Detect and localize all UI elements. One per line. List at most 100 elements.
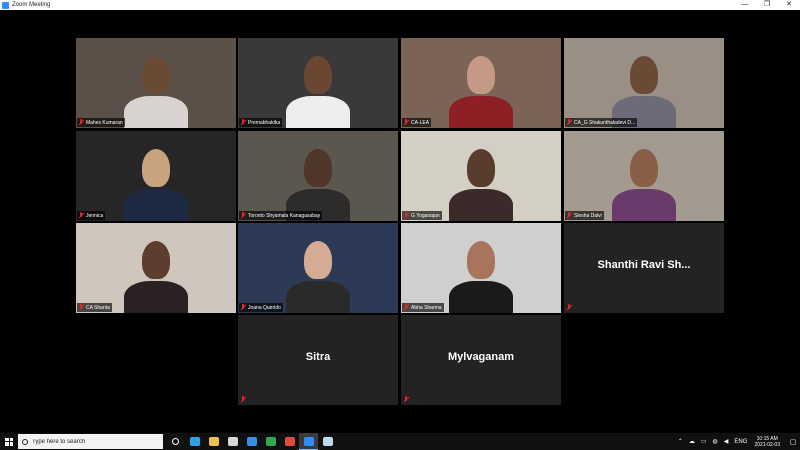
participant-tile[interactable]: Mylvaganam	[401, 315, 561, 405]
participant-nameplate: Mahes Kumaran	[77, 118, 125, 127]
start-button[interactable]	[0, 433, 18, 450]
battery-icon[interactable]: ▭	[701, 438, 707, 445]
chevron-up-icon[interactable]: ⌃	[678, 438, 683, 445]
windows-logo-icon	[5, 437, 13, 446]
participant-tile[interactable]: CA Shanta	[76, 223, 236, 313]
participant-video	[76, 223, 236, 313]
participant-nameplate: CA_G Shakunthaladevi D...	[565, 118, 638, 127]
participant-nameplate: Premabhaktka	[239, 118, 283, 127]
taskbar-search[interactable]	[18, 434, 163, 449]
minimize-button[interactable]: —	[734, 0, 756, 10]
participant-face	[142, 56, 170, 94]
muted-mic-icon	[403, 212, 409, 219]
participant-video	[564, 131, 724, 221]
participant-tile[interactable]: Abha Sharma	[401, 223, 561, 313]
muted-mic-icon	[403, 304, 409, 311]
participant-tile[interactable]: Jennica	[76, 131, 236, 221]
chrome-icon-2-glyph	[284, 437, 295, 446]
store-icon-glyph	[227, 437, 238, 446]
edge-icon-glyph	[189, 437, 200, 446]
participant-body	[124, 281, 188, 313]
edge-icon[interactable]	[185, 433, 204, 450]
chrome-icon-glyph	[265, 437, 276, 446]
notification-icon[interactable]: ▢	[786, 433, 800, 450]
participant-body	[449, 96, 513, 128]
participant-face	[630, 56, 658, 94]
file-explorer-icon-glyph	[208, 437, 219, 446]
participant-video	[401, 131, 561, 221]
taskbar: ⌃ ☁ ▭ ◍ ◀ ENG 10:15 AM 2021-02-03 ▢	[0, 433, 800, 450]
participant-face	[304, 56, 332, 94]
muted-mic-icon	[566, 119, 572, 126]
participant-face	[630, 149, 658, 187]
clock-time: 10:15 AM	[756, 435, 778, 442]
task-view-icon[interactable]	[166, 433, 185, 450]
participant-nameplate: Toronto Shyamala Kanagasabay	[239, 211, 323, 220]
participant-video	[238, 131, 398, 221]
participant-name: CA Shanta	[86, 304, 110, 311]
participant-body	[449, 189, 513, 221]
participant-tile[interactable]: Slesha Dalvi	[564, 131, 724, 221]
file-explorer-icon[interactable]	[204, 433, 223, 450]
participant-tile[interactable]: G Yoganajan	[401, 131, 561, 221]
participant-tile[interactable]: Toronto Shyamala Kanagasabay	[238, 131, 398, 221]
participant-name: Sitra	[305, 351, 331, 363]
language-indicator[interactable]: ENG	[734, 439, 747, 445]
clock[interactable]: 10:15 AM 2021-02-03	[754, 436, 780, 448]
participant-body	[449, 281, 513, 313]
chrome-icon-2[interactable]	[280, 433, 299, 450]
participant-name: CA-LEA	[411, 119, 430, 126]
participant-face	[142, 149, 170, 187]
participant-tile[interactable]: Joana Querido	[238, 223, 398, 313]
participant-name: Slesha Dalvi	[574, 212, 602, 219]
muted-mic-icon	[240, 396, 246, 403]
store-icon[interactable]	[223, 433, 242, 450]
participant-name: Mahes Kumaran	[86, 119, 123, 126]
zoom-icon-glyph	[303, 436, 314, 446]
mail-icon-glyph	[246, 437, 257, 446]
participant-tile[interactable]: Shanthi Ravi Sh...	[564, 223, 724, 313]
clock-date: 2021-02-03	[754, 441, 780, 448]
muted-mic-icon	[78, 304, 84, 311]
participant-video	[76, 38, 236, 128]
participant-body	[286, 96, 350, 128]
participant-video	[401, 223, 561, 313]
notepad-icon-glyph	[322, 437, 333, 446]
participant-name: Jennica	[86, 212, 104, 219]
participant-name: Shanthi Ravi Sh...	[597, 259, 691, 271]
close-button[interactable]: ✕	[778, 0, 800, 10]
muted-mic-icon	[78, 119, 84, 126]
participant-tile[interactable]: Premabhaktka	[238, 38, 398, 128]
muted-mic-icon	[403, 119, 409, 126]
muted-mic-icon	[240, 119, 246, 126]
participant-tile[interactable]: CA-LEA	[401, 38, 561, 128]
muted-mic-icon	[403, 396, 409, 403]
cloud-icon[interactable]: ☁	[689, 438, 695, 445]
participant-face	[467, 56, 495, 94]
gallery-view: Mahes Kumaran Premabhaktka CA-LEA CA_G Shak…	[0, 10, 800, 433]
participant-body	[286, 281, 350, 313]
participant-face	[304, 241, 332, 279]
zoom-icon[interactable]	[299, 433, 318, 450]
chrome-icon[interactable]	[261, 433, 280, 450]
participant-video	[401, 38, 561, 128]
maximize-button[interactable]: ❐	[756, 0, 778, 10]
participant-body	[612, 189, 676, 221]
system-tray: ⌃ ☁ ▭ ◍ ◀ ENG 10:15 AM 2021-02-03 ▢	[675, 433, 800, 450]
search-input[interactable]	[32, 438, 152, 445]
participant-face	[142, 241, 170, 279]
participant-name: CA_G Shakunthaladevi D...	[574, 119, 636, 126]
participant-tile[interactable]: Sitra	[238, 315, 398, 405]
participant-tile[interactable]: Mahes Kumaran	[76, 38, 236, 128]
participant-tile[interactable]: CA_G Shakunthaladevi D...	[564, 38, 724, 128]
zoom-app-icon	[2, 1, 9, 9]
network-icon[interactable]: ◍	[713, 438, 718, 445]
participant-face	[304, 149, 332, 187]
pinned-apps	[166, 433, 337, 450]
mail-icon[interactable]	[242, 433, 261, 450]
volume-icon[interactable]: ◀	[724, 438, 729, 445]
participant-name: Premabhaktka	[248, 119, 281, 126]
muted-mic-icon	[566, 212, 572, 219]
participant-video	[76, 131, 236, 221]
notepad-icon[interactable]	[318, 433, 337, 450]
